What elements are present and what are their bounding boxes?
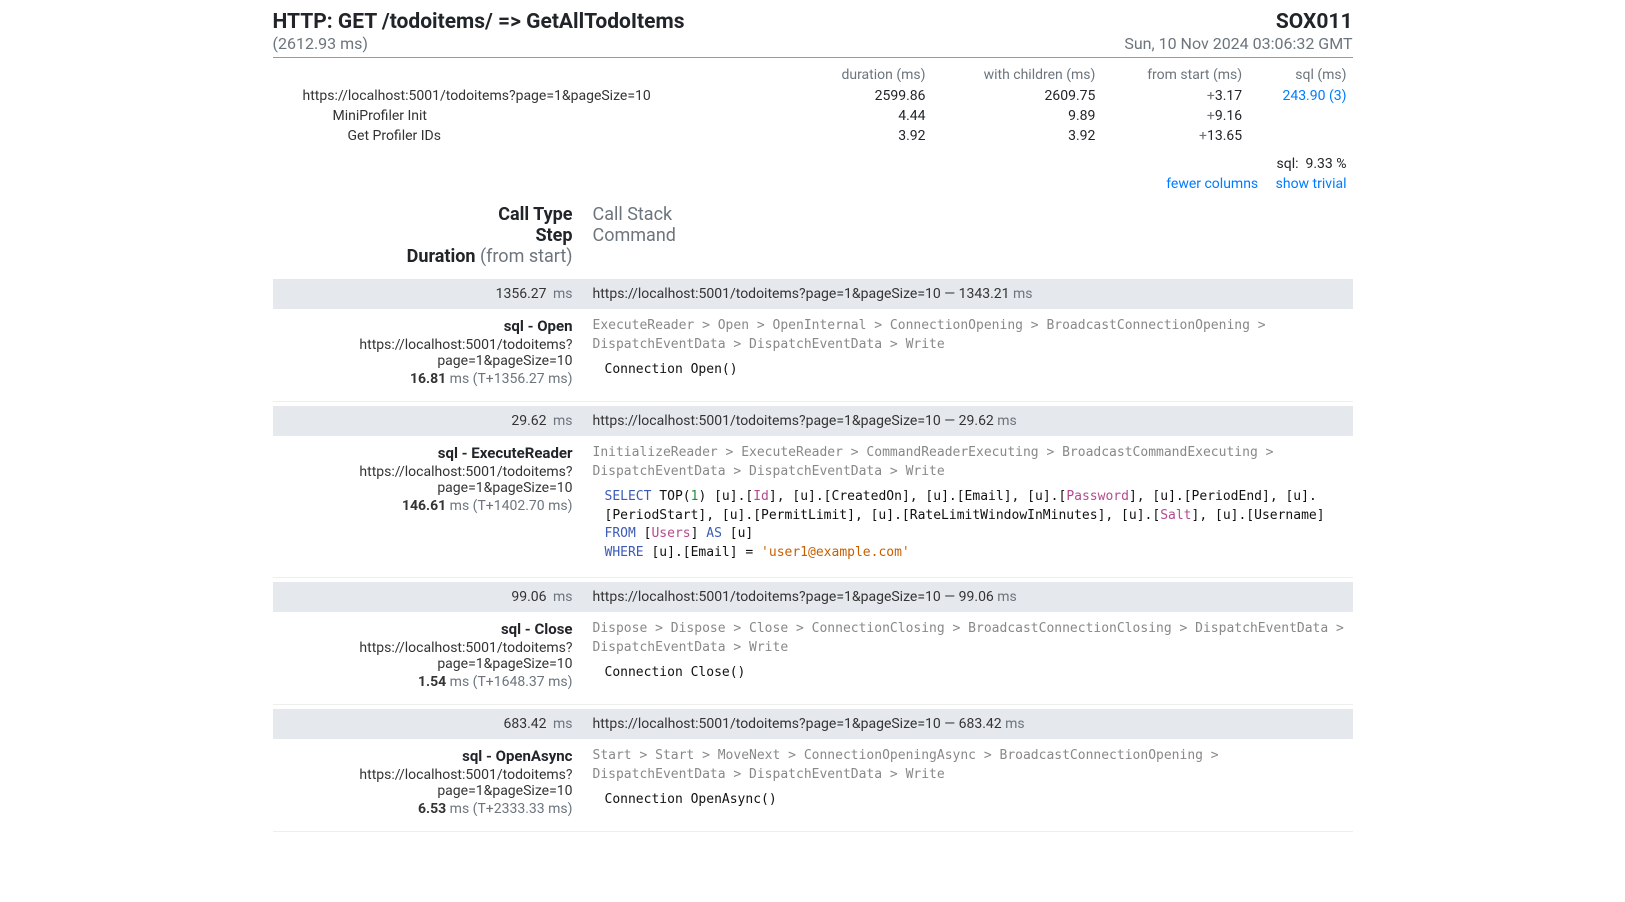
timing-from-start: +9.16 <box>1101 106 1248 126</box>
query-type: sql - Open <box>273 317 573 335</box>
query-duration: 146.61 ms (T+1402.70 ms) <box>273 498 573 514</box>
callstack: InitializeReader > ExecuteReader > Comma… <box>593 444 1353 482</box>
timings-table: duration (ms) with children (ms) from st… <box>273 64 1353 146</box>
timing-row[interactable]: Get Profiler IDs3.923.92+13.65 <box>273 126 1353 146</box>
timing-with_children: 3.92 <box>932 126 1102 146</box>
col-with-children: with children (ms) <box>932 64 1102 86</box>
timing-row[interactable]: https://localhost:5001/todoitems?page=1&… <box>273 86 1353 106</box>
timing-with_children: 2609.75 <box>932 86 1102 106</box>
query-row: sql - Open https://localhost:5001/todoite… <box>273 309 1353 402</box>
timing-duration: 2599.86 <box>800 86 932 106</box>
timing-sql <box>1248 106 1352 126</box>
query-type: sql - Close <box>273 620 573 638</box>
profiler-header: HTTP: GET /todoitems/ => GetAllTodoItems… <box>273 10 1353 34</box>
query-duration: 6.53 ms (T+2333.33 ms) <box>273 801 573 817</box>
profiler-subheader: (2612.93 ms) Sun, 10 Nov 2024 03:06:32 G… <box>273 34 1353 58</box>
gap-desc: https://localhost:5001/todoitems?page=1&… <box>593 716 1353 732</box>
sql-totals-pct: 9.33 % <box>1305 156 1346 172</box>
section-header: Call Type Step Duration (from start) Cal… <box>273 202 1353 275</box>
query-row: sql - OpenAsync https://localhost:5001/to… <box>273 739 1353 832</box>
gap-time: 29.62 ms <box>273 413 573 429</box>
timing-sql <box>1248 126 1352 146</box>
sql-totals-label: sql: <box>1277 156 1299 172</box>
gap-time: 683.42 ms <box>273 716 573 732</box>
query-type: sql - ExecuteReader <box>273 444 573 462</box>
gap-row: 99.06 ms https://localhost:5001/todoitems… <box>273 582 1353 612</box>
timing-label: Get Profiler IDs <box>273 126 800 146</box>
timing-duration: 3.92 <box>800 126 932 146</box>
section-header-command: Command <box>593 225 1353 246</box>
callstack: Start > Start > MoveNext > ConnectionOpe… <box>593 747 1353 785</box>
header-machine: SOX011 <box>1276 10 1353 34</box>
header-title: HTTP: GET /todoitems/ => GetAllTodoItems <box>273 10 685 34</box>
timing-label: MiniProfiler Init <box>273 106 800 126</box>
section-header-callstack: Call Stack <box>593 204 1353 225</box>
col-blank <box>273 64 800 86</box>
query-url: https://localhost:5001/todoitems?page=1&… <box>273 337 573 369</box>
timing-sql[interactable]: 243.90 (3) <box>1248 86 1352 106</box>
gap-desc: https://localhost:5001/todoitems?page=1&… <box>593 286 1353 302</box>
links-row: fewer columns show trivial <box>279 176 1347 192</box>
sql-link[interactable]: 243.90 (3) <box>1282 88 1346 104</box>
section-header-step: Step <box>273 225 573 246</box>
query-duration: 1.54 ms (T+1648.37 ms) <box>273 674 573 690</box>
query-row: sql - Close https://localhost:5001/todoit… <box>273 612 1353 705</box>
gap-row: 1356.27 ms https://localhost:5001/todoite… <box>273 279 1353 309</box>
col-sql: sql (ms) <box>1248 64 1352 86</box>
gap-row: 683.42 ms https://localhost:5001/todoitem… <box>273 709 1353 739</box>
gap-time: 99.06 ms <box>273 589 573 605</box>
command: SELECT TOP(1) [u].[Id], [u].[CreatedOn],… <box>605 488 1353 563</box>
callstack: Dispose > Dispose > Close > ConnectionCl… <box>593 620 1353 658</box>
query-type: sql - OpenAsync <box>273 747 573 765</box>
fewer-columns-link[interactable]: fewer columns <box>1166 176 1258 192</box>
command: Connection Open() <box>605 361 1353 380</box>
gap-row: 29.62 ms https://localhost:5001/todoitems… <box>273 406 1353 436</box>
col-from-start: from start (ms) <box>1101 64 1248 86</box>
gap-time: 1356.27 ms <box>273 286 573 302</box>
show-trivial-link[interactable]: show trivial <box>1276 176 1347 192</box>
gap-desc: https://localhost:5001/todoitems?page=1&… <box>593 589 1353 605</box>
col-duration: duration (ms) <box>800 64 932 86</box>
header-timestamp: Sun, 10 Nov 2024 03:06:32 GMT <box>1124 34 1352 53</box>
timing-row[interactable]: MiniProfiler Init4.449.89+9.16 <box>273 106 1353 126</box>
header-total-ms: (2612.93 ms) <box>273 34 368 53</box>
query-duration: 16.81 ms (T+1356.27 ms) <box>273 371 573 387</box>
query-row: sql - ExecuteReader https://localhost:500… <box>273 436 1353 578</box>
section-header-duration: Duration (from start) <box>273 246 573 267</box>
gap-desc: https://localhost:5001/todoitems?page=1&… <box>593 413 1353 429</box>
timing-label: https://localhost:5001/todoitems?page=1&… <box>273 86 800 106</box>
callstack: ExecuteReader > Open > OpenInternal > Co… <box>593 317 1353 355</box>
command: Connection OpenAsync() <box>605 791 1353 810</box>
timing-from-start: +13.65 <box>1101 126 1248 146</box>
timing-duration: 4.44 <box>800 106 932 126</box>
section-header-calltype: Call Type <box>273 204 573 225</box>
query-url: https://localhost:5001/todoitems?page=1&… <box>273 767 573 799</box>
timing-with_children: 9.89 <box>932 106 1102 126</box>
query-url: https://localhost:5001/todoitems?page=1&… <box>273 640 573 672</box>
command: Connection Close() <box>605 664 1353 683</box>
sql-totals: sql: 9.33 % <box>279 156 1347 172</box>
timing-from-start: +3.17 <box>1101 86 1248 106</box>
query-url: https://localhost:5001/todoitems?page=1&… <box>273 464 573 496</box>
